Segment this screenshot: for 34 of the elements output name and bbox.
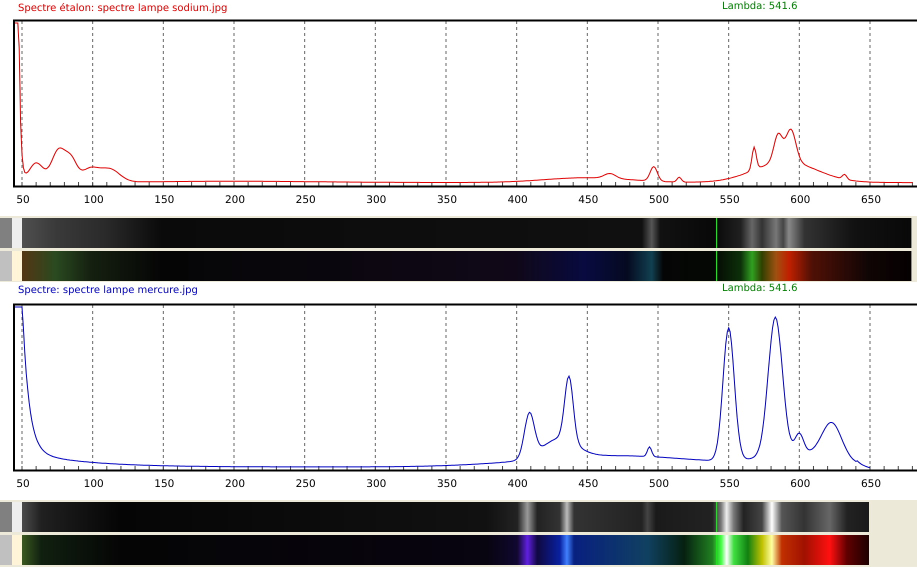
axis-label: 550: [720, 194, 740, 206]
axis-label: 650: [860, 478, 881, 490]
spectrum-title: Spectre étalon: spectre lampe sodium.jpg: [18, 3, 228, 14]
axis-label: 250: [296, 194, 316, 206]
axis-label: 50: [16, 478, 30, 490]
axis-label: 500: [648, 194, 669, 206]
axis-label: 350: [436, 194, 457, 206]
lambda-readout: Lambda: 541.6: [722, 283, 798, 294]
axis-label: 450: [578, 478, 598, 490]
axis-label: 100: [84, 194, 104, 206]
axis-label: 350: [436, 478, 457, 490]
axis-label: 50: [16, 194, 30, 206]
lambda-readout: Lambda: 541.6: [722, 1, 798, 12]
axis-label: 450: [578, 194, 598, 206]
axis-label: 200: [224, 194, 245, 206]
axis-label: 500: [648, 478, 669, 490]
axis-label: 300: [366, 194, 386, 206]
axis-label: 600: [790, 194, 810, 206]
axis-label: 400: [508, 478, 528, 490]
axis-label: 200: [224, 478, 245, 490]
axis-label: 300: [366, 478, 386, 490]
color-swatch: [0, 535, 12, 565]
axis-label: 150: [154, 194, 174, 206]
spectrum-title: Spectre: spectre lampe mercure.jpg: [18, 285, 198, 296]
axis-label: 400: [508, 194, 528, 206]
axis-label: 550: [720, 478, 740, 490]
axis-label: 600: [790, 478, 810, 490]
axis-label: 150: [154, 478, 174, 490]
axis-label: 650: [860, 194, 881, 206]
axis-label: 250: [296, 478, 316, 490]
axis-label: 100: [84, 478, 104, 490]
color-swatch: [0, 251, 12, 281]
color-swatch: [0, 502, 12, 532]
color-swatch: [0, 218, 12, 248]
